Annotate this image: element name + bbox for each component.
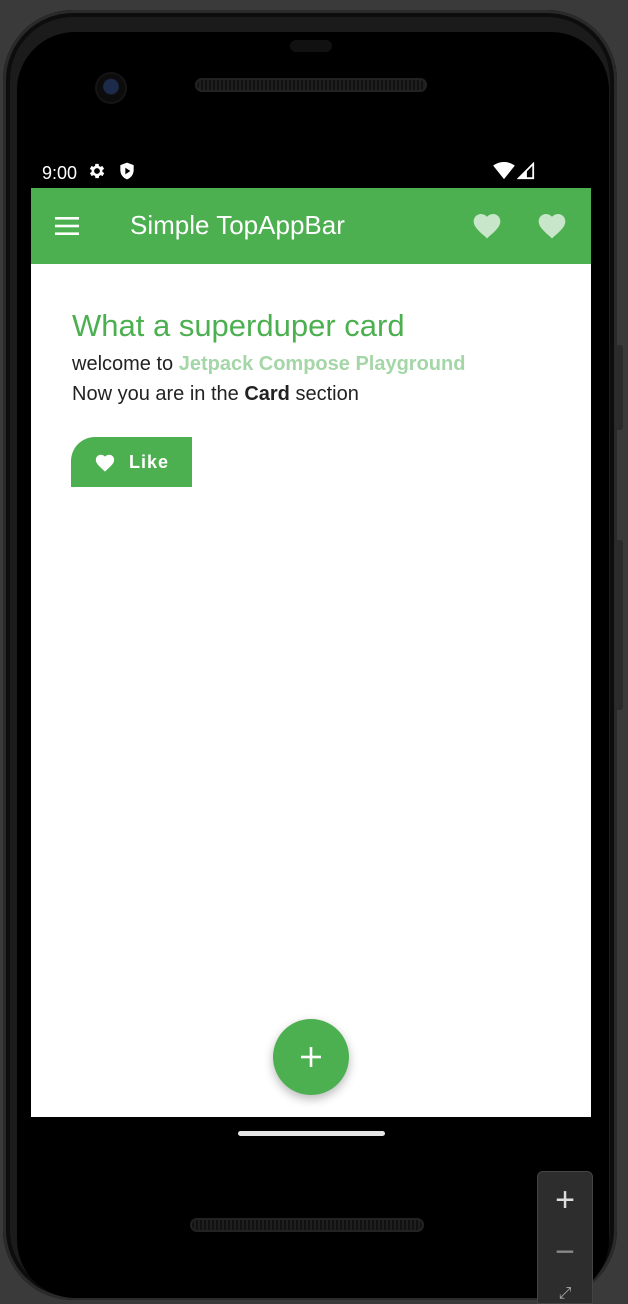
heart-icon: [94, 452, 116, 479]
status-time: 9:00: [42, 163, 78, 183]
emulator-zoom-panel: + − ⤢: [537, 1171, 593, 1304]
proximity-sensor: [290, 40, 332, 52]
heart-icon[interactable]: [536, 210, 568, 242]
signal-icon: [516, 161, 535, 185]
card-title: What a superduper card: [72, 308, 405, 343]
heart-icon[interactable]: [471, 210, 503, 242]
superduper-card: What a superduper card welcome to Jetpac…: [51, 284, 571, 514]
app-screen: Simple TopAppBar What a superduper card …: [31, 188, 591, 1117]
zoom-in-button[interactable]: +: [538, 1180, 592, 1220]
section-name: Card: [244, 383, 290, 405]
wifi-icon: [493, 162, 515, 185]
card-welcome-text: welcome to Jetpack Compose Playground: [72, 353, 465, 376]
bottom-speaker: [190, 1218, 424, 1232]
playground-highlight: Jetpack Compose Playground: [178, 353, 466, 375]
section-suffix: section: [289, 383, 359, 405]
like-button[interactable]: Like: [71, 437, 192, 487]
zoom-out-button[interactable]: −: [538, 1232, 592, 1272]
plus-icon: [301, 1047, 321, 1067]
top-app-bar-title: Simple TopAppBar: [130, 210, 345, 240]
shield-icon: [117, 161, 137, 186]
menu-icon[interactable]: [53, 214, 81, 238]
zoom-fit-button[interactable]: ⤢: [538, 1284, 592, 1304]
welcome-prefix: welcome to: [72, 353, 179, 375]
front-camera: [97, 74, 125, 102]
section-prefix: Now you are in the: [72, 383, 245, 405]
status-bar: 9:00: [31, 156, 591, 188]
volume-button: [615, 345, 623, 430]
home-gesture-pill[interactable]: [238, 1131, 385, 1136]
power-button: [615, 540, 623, 710]
navigation-bar: [31, 1117, 591, 1149]
earpiece-speaker: [195, 78, 427, 92]
card-section-text: Now you are in the Card section: [72, 383, 359, 406]
top-app-bar: Simple TopAppBar: [31, 188, 591, 264]
add-fab[interactable]: [273, 1019, 349, 1095]
gear-icon: [87, 161, 107, 186]
like-label: Like: [129, 452, 170, 472]
